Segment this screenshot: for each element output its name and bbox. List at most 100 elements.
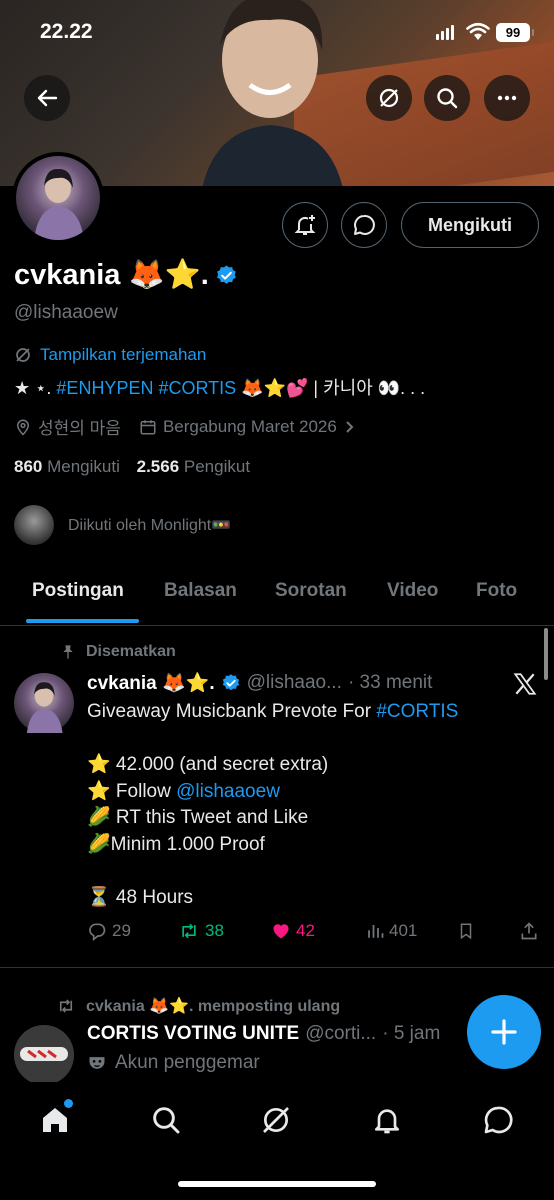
verified-badge-icon [222, 674, 239, 691]
followed-by[interactable]: Diikuti oleh Monlight🚥 [14, 505, 231, 545]
reply-count: 29 [112, 921, 131, 940]
profile-joined[interactable]: Bergabung Maret 2026 [163, 417, 337, 437]
active-tab-indicator [26, 619, 139, 623]
nav-home[interactable] [37, 1099, 73, 1138]
x-logo-icon[interactable] [512, 671, 538, 697]
followed-by-text: Diikuti oleh Monlight🚥 [68, 517, 232, 534]
message-button[interactable] [341, 202, 387, 248]
account-label: Akun penggemar [87, 1052, 260, 1074]
chat-icon [484, 1106, 513, 1134]
grok-icon [379, 88, 399, 108]
more-icon [497, 95, 517, 101]
tweet-author-name[interactable]: cvkania 🦊⭐. [87, 671, 215, 695]
pinned-label: Disematkan [86, 643, 176, 660]
home-icon [43, 1108, 67, 1132]
tweet-hashtag[interactable]: #CORTIS [376, 701, 458, 722]
profile-avatar[interactable] [12, 152, 104, 244]
like-button[interactable]: 42 [271, 921, 315, 941]
tweet-avatar-photo [14, 1025, 74, 1085]
tab-balasan[interactable]: Balasan [164, 580, 237, 602]
back-button[interactable] [24, 75, 70, 121]
reply-button[interactable]: 29 [87, 921, 131, 941]
repost-count: 38 [205, 921, 224, 940]
tab-video[interactable]: Video [387, 580, 438, 602]
tweet-body[interactable]: Giveaway Musicbank Prevote For #CORTIS ⭐… [87, 699, 458, 911]
nav-notifications[interactable] [369, 1102, 405, 1138]
battery-icon: 99 [496, 23, 534, 42]
following-count: 860 [14, 457, 43, 476]
translate-link[interactable]: Tampilkan terjemahan [14, 345, 206, 365]
followers-label: Pengikut [183, 457, 251, 476]
bell-icon [375, 1109, 399, 1134]
share-button[interactable] [519, 921, 539, 941]
tweet-author-name[interactable]: CORTIS VOTING UNITE [87, 1023, 299, 1045]
followers-count: 2.566 [136, 457, 180, 476]
tab-foto[interactable]: Foto [476, 580, 517, 602]
grok-icon [263, 1107, 289, 1133]
notify-button[interactable] [282, 202, 328, 248]
bookmark-button[interactable] [457, 921, 475, 941]
bell-plus-icon [294, 215, 316, 235]
verified-badge-icon[interactable] [215, 264, 238, 287]
status-time: 22.22 [40, 20, 93, 43]
scrollbar[interactable] [544, 628, 548, 680]
views-count: 401 [389, 921, 418, 940]
tweet-mention[interactable]: @lishaaoew [176, 781, 280, 802]
tweet-avatar[interactable] [14, 673, 74, 733]
tweet-divider [0, 967, 554, 968]
notification-dot [64, 1099, 73, 1108]
account-label-text: Akun penggemar [115, 1052, 260, 1073]
tweet-header: cvkania 🦊⭐. @lishaao... · 33 menit [87, 671, 432, 695]
profile-name-text: cvkania 🦊⭐. [14, 259, 209, 291]
tab-sorotan[interactable]: Sorotan [275, 580, 347, 602]
translate-label[interactable]: Tampilkan terjemahan [40, 345, 206, 365]
plus-icon [491, 1019, 517, 1045]
bio-prefix: ★ ⋆. [14, 378, 57, 398]
tweet-author-handle[interactable]: @corti... [305, 1023, 376, 1045]
compose-button[interactable] [467, 995, 541, 1069]
tweet-line-3: ⭐ Follow @lishaaoew [87, 780, 280, 802]
follow-stats: 860 Mengikuti 2.566 Pengikut [14, 457, 250, 477]
tweet-header: CORTIS VOTING UNITE @corti... · 5 jam [87, 1023, 440, 1045]
signal-icon [436, 25, 454, 40]
arrow-left-icon [37, 89, 58, 107]
following-button[interactable]: Mengikuti [401, 202, 539, 248]
nav-grok[interactable] [258, 1102, 294, 1138]
tweet-avatar[interactable] [14, 1025, 74, 1085]
location-icon [16, 419, 30, 436]
followers-stat[interactable]: 2.566 Pengikut [137, 457, 250, 476]
home-indicator[interactable] [178, 1181, 376, 1187]
share-icon [521, 922, 537, 940]
repost-button[interactable]: 38 [178, 921, 224, 941]
repost-label[interactable]: cvkania 🦊⭐. memposting ulang [86, 996, 340, 1016]
chat-icon [354, 214, 375, 235]
chevron-right-icon[interactable] [343, 420, 357, 434]
views-button[interactable]: 401 [366, 921, 417, 941]
profile-tabs: Postingan Balasan Sorotan Video Foto [0, 560, 554, 626]
nav-messages[interactable] [480, 1102, 516, 1138]
nav-search[interactable] [148, 1102, 184, 1138]
grok-button[interactable] [366, 75, 412, 121]
pin-icon [63, 645, 73, 659]
bio-suffix: 🦊⭐💕 | 카니아 👀. . . [236, 378, 426, 398]
tweet-line-6: ⏳ 48 Hours [87, 886, 194, 908]
search-button[interactable] [424, 75, 470, 121]
tweet-line-5: 🌽Minim 1.000 Proof [87, 833, 265, 855]
heart-icon [273, 924, 289, 939]
bio-hashtag-enhypen[interactable]: #ENHYPEN [56, 378, 153, 398]
status-bar: 22.22 99 [0, 0, 554, 70]
repost-icon [59, 999, 73, 1013]
following-stat[interactable]: 860 Mengikuti [14, 457, 120, 476]
repost-indicator: cvkania 🦊⭐. memposting ulang [56, 996, 340, 1016]
tweet-time: · 33 menit [347, 672, 433, 693]
wifi-icon [466, 22, 490, 40]
views-icon [368, 925, 384, 938]
search-icon [437, 88, 458, 109]
bio-hashtag-cortis[interactable]: #CORTIS [158, 378, 236, 398]
like-count: 42 [296, 921, 315, 940]
pinned-indicator: Disematkan [60, 643, 176, 661]
tweet-author-handle[interactable]: @lishaao... [247, 672, 342, 694]
tab-postingan[interactable]: Postingan [32, 580, 124, 602]
repost-icon [182, 923, 196, 939]
more-button[interactable] [484, 75, 530, 121]
